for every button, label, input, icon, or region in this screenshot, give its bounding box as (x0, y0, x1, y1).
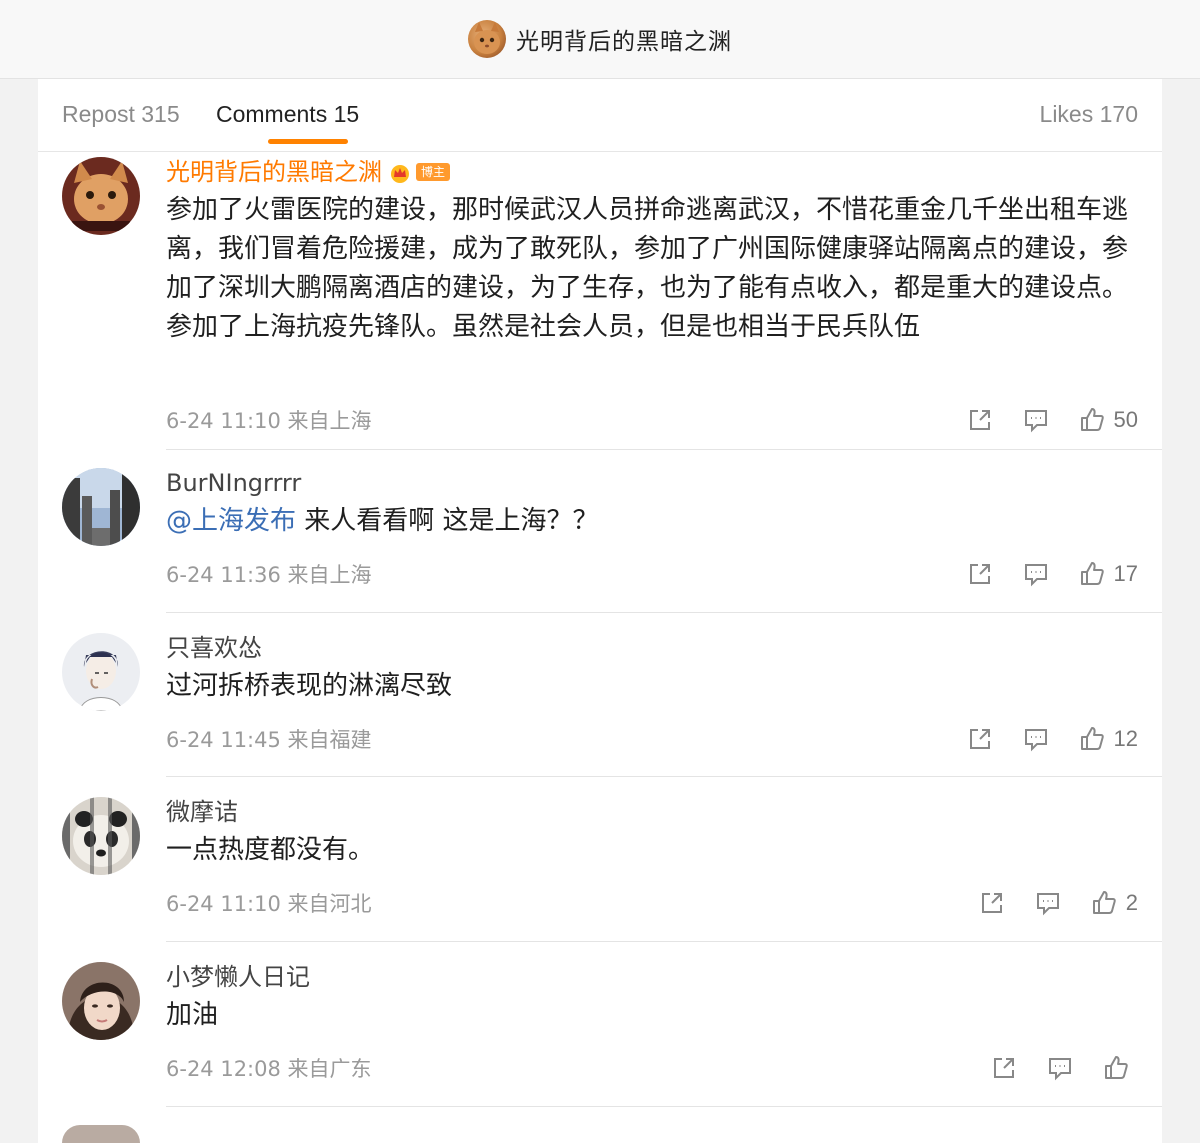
like-icon[interactable] (1078, 406, 1106, 434)
comments-panel: Repost 315 Comments 15 Likes 170 光明背后的黑暗… (38, 79, 1162, 1143)
avatar[interactable] (62, 797, 140, 875)
like-icon[interactable] (1078, 725, 1106, 753)
comment-item: 微摩诘 一点热度都没有。 6-24 11:10 来自河北 2 (38, 795, 1162, 955)
comment-icon[interactable] (1046, 1054, 1074, 1082)
like-count: 2 (1125, 890, 1138, 915)
comment-text: 参加了火雷医院的建设，那时候武汉人员拼命逃离武汉，不惜花重金几千坐出租车逃离，我… (166, 195, 1129, 342)
comment-icon[interactable] (1022, 560, 1050, 588)
comment-actions: 12 (938, 724, 1138, 754)
comment-item: 只喜欢怂 过河拆桥表现的淋漓尽致 6-24 11:45 来自福建 12 (38, 631, 1162, 791)
comment-item: 小梦懒人日记 加油 6-24 12:08 来自广东 (38, 960, 1162, 1120)
divider (166, 449, 1162, 450)
comment-meta: 6-24 11:10 来自河北 (166, 892, 372, 916)
username[interactable]: 光明背后的黑暗之渊 (166, 158, 382, 186)
comment-icon[interactable] (1034, 889, 1062, 917)
comment-icon[interactable] (1022, 406, 1050, 434)
like-icon[interactable] (1090, 889, 1118, 917)
tab-likes[interactable]: Likes 170 (1040, 101, 1138, 128)
top-bar: 光明背后的黑暗之渊 (0, 0, 1200, 79)
comment-actions: 2 (950, 888, 1138, 918)
divider (166, 612, 1162, 613)
divider (166, 941, 1162, 942)
avatar[interactable] (62, 468, 140, 546)
active-tab-indicator (268, 139, 348, 144)
comment-item: 光明背后的黑暗之渊 博主 参加了火雷医院的建设，那时候武汉人员拼命逃离武汉，不惜花… (38, 155, 1162, 455)
comment-actions: 50 (938, 405, 1138, 435)
comment-text: 过河拆桥表现的淋漓尽致 (166, 671, 453, 701)
comment-actions: 17 (938, 559, 1138, 589)
like-count: 50 (1113, 407, 1138, 432)
comment-meta: 6-24 12:08 来自广东 (166, 1057, 372, 1081)
share-icon[interactable] (966, 560, 994, 588)
author-name[interactable]: 光明背后的黑暗之渊 博主 (166, 155, 1138, 189)
username[interactable]: BurNIngrrrr (166, 466, 1138, 500)
avatar[interactable] (62, 962, 140, 1040)
comment-item: BurNIngrrrr @上海发布 来人看看啊 这是上海？？ 6-24 11:3… (38, 466, 1162, 626)
share-icon[interactable] (978, 889, 1006, 917)
comment-text: 一点热度都没有。 (166, 835, 375, 865)
comment-icon[interactable] (1022, 725, 1050, 753)
tab-comments[interactable]: Comments 15 (216, 101, 359, 128)
avatar[interactable] (62, 633, 140, 711)
like-icon[interactable] (1102, 1054, 1130, 1082)
like-icon[interactable] (1078, 560, 1106, 588)
comment-meta: 6-24 11:10 来自上海 (166, 409, 372, 433)
share-icon[interactable] (966, 406, 994, 434)
tab-bar: Repost 315 Comments 15 Likes 170 (38, 79, 1162, 152)
divider (166, 776, 1162, 777)
comment-text: 加油 (166, 1000, 219, 1030)
share-icon[interactable] (966, 725, 994, 753)
like-count: 17 (1113, 561, 1138, 586)
author-avatar[interactable] (468, 20, 506, 58)
username[interactable]: 小梦懒人日记 (166, 960, 1138, 994)
share-icon[interactable] (990, 1054, 1018, 1082)
author-badge: 博主 (416, 163, 451, 181)
divider (166, 1106, 1162, 1107)
crown-icon (388, 163, 412, 183)
avatar[interactable] (62, 1125, 140, 1143)
comment-meta: 6-24 11:36 来自上海 (166, 563, 372, 587)
comment-text-body: 来人看看啊 这是上海？？ (304, 506, 599, 536)
like-count: 12 (1113, 726, 1138, 751)
username[interactable]: 只喜欢怂 (166, 631, 1138, 665)
tab-repost[interactable]: Repost 315 (62, 101, 180, 128)
comment-text: @上海发布 来人看看啊 这是上海？？ (166, 502, 1138, 541)
comment-meta: 6-24 11:45 来自福建 (166, 728, 372, 752)
comment-actions (962, 1053, 1138, 1083)
mention-link[interactable]: @上海发布 (166, 506, 296, 536)
page-title: 光明背后的黑暗之渊 (516, 29, 732, 55)
username[interactable]: 微摩诘 (166, 795, 1138, 829)
avatar[interactable] (62, 157, 140, 235)
